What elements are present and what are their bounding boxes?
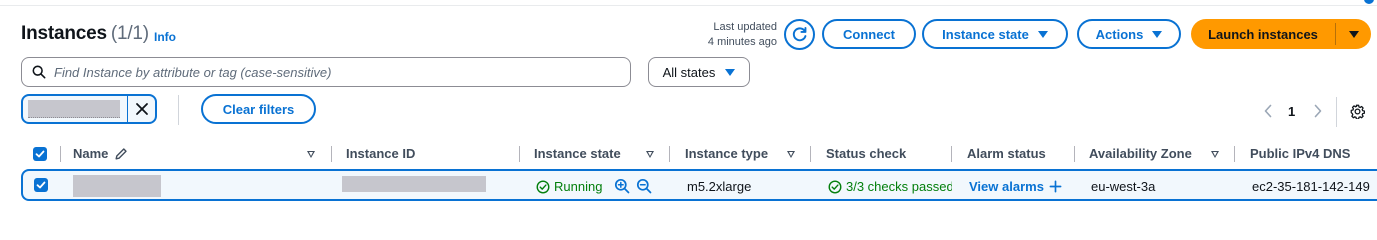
redacted-instance-id xyxy=(342,176,486,192)
column-separator xyxy=(1074,146,1075,162)
remove-filter-button[interactable] xyxy=(128,96,155,122)
column-header-instance-type[interactable]: Instance type xyxy=(685,146,768,161)
refresh-button[interactable] xyxy=(784,19,815,50)
zoom-in-icon[interactable] xyxy=(614,178,630,194)
instance-count: (1/1) xyxy=(110,23,149,44)
view-alarms-label: View alarms xyxy=(969,179,1044,194)
caret-down-icon xyxy=(1348,30,1359,38)
status-check-cell: 3/3 checks passed xyxy=(828,179,952,194)
column-separator xyxy=(1234,146,1235,162)
select-all-checkbox[interactable] xyxy=(33,147,47,161)
caret-down-icon xyxy=(1152,30,1163,38)
view-alarms-link[interactable]: View alarms xyxy=(969,179,1062,194)
chevron-left-icon[interactable] xyxy=(1263,104,1273,118)
last-updated-time: 4 minutes ago xyxy=(707,36,777,48)
launch-instances-split-button: Launch instances xyxy=(1191,19,1371,49)
search-icon xyxy=(32,65,46,79)
chevron-right-icon[interactable] xyxy=(1313,104,1323,118)
search-field xyxy=(21,57,631,87)
plus-icon xyxy=(1049,180,1062,193)
launch-options-button[interactable] xyxy=(1336,19,1371,49)
sort-instance-type-icon[interactable] xyxy=(787,151,795,158)
column-separator xyxy=(331,146,332,162)
column-separator xyxy=(60,146,61,162)
notification-dot xyxy=(1364,0,1374,4)
caret-down-icon xyxy=(1037,30,1048,38)
instance-state-dropdown[interactable]: Instance state xyxy=(922,19,1068,49)
redacted-filter-value xyxy=(28,100,120,118)
availability-zone-value: eu-west-3a xyxy=(1091,179,1156,194)
column-header-status-check[interactable]: Status check xyxy=(826,146,906,161)
column-separator xyxy=(951,146,952,162)
column-header-name[interactable]: Name xyxy=(73,146,108,161)
connect-button[interactable]: Connect xyxy=(822,19,916,49)
instance-state-value: Running xyxy=(554,179,603,194)
status-check-value: 3/3 checks passed xyxy=(846,179,952,194)
zoom-out-icon[interactable] xyxy=(636,178,652,194)
table-header: Name Instance ID Instance state Instance… xyxy=(0,141,1377,168)
column-header-instance-id[interactable]: Instance ID xyxy=(346,146,415,161)
actions-dropdown[interactable]: Actions xyxy=(1077,19,1181,49)
row-checkbox[interactable] xyxy=(34,178,48,192)
close-icon xyxy=(135,103,148,115)
clear-filters-button[interactable]: Clear filters xyxy=(201,94,316,124)
launch-instances-button[interactable]: Launch instances xyxy=(1191,19,1335,49)
sort-name-icon[interactable] xyxy=(307,151,315,158)
connect-label: Connect xyxy=(843,26,895,42)
column-separator xyxy=(669,146,670,162)
table-row[interactable]: Running m5.2xlarge 3/3 checks passed Vie… xyxy=(21,169,1377,201)
column-separator xyxy=(810,146,811,162)
state-filter-value: All states xyxy=(662,64,716,80)
check-circle-icon xyxy=(536,180,550,193)
search-input[interactable] xyxy=(54,64,614,80)
refresh-icon xyxy=(792,26,807,42)
checkmark-icon xyxy=(35,150,45,158)
filter-token-value[interactable] xyxy=(23,96,127,122)
page-number[interactable]: 1 xyxy=(1288,104,1295,119)
sort-instance-state-icon[interactable] xyxy=(646,151,654,158)
state-filter-select[interactable]: All states xyxy=(648,57,750,87)
column-header-availability-zone[interactable]: Availability Zone xyxy=(1089,146,1192,161)
column-header-instance-state[interactable]: Instance state xyxy=(534,146,621,161)
caret-down-icon xyxy=(725,68,736,76)
public-dns-value: ec2-35-181-142-149 xyxy=(1252,179,1370,194)
pencil-icon xyxy=(115,148,127,160)
check-circle-icon xyxy=(828,180,842,193)
column-header-public-dns[interactable]: Public IPv4 DNS xyxy=(1250,146,1350,161)
gear-icon[interactable] xyxy=(1350,104,1365,119)
page-title-text: Instances xyxy=(21,23,107,44)
filter-token xyxy=(21,94,157,124)
instance-state-cell: Running xyxy=(536,179,602,194)
instance-state-label: Instance state xyxy=(942,26,1029,42)
last-updated: Last updated 4 minutes ago xyxy=(690,20,777,50)
page-title: Instances (1/1) xyxy=(21,23,149,45)
sort-availability-zone-icon[interactable] xyxy=(1211,151,1219,158)
launch-divider xyxy=(1335,23,1336,45)
clear-filters-label: Clear filters xyxy=(222,101,295,117)
page-top-border xyxy=(0,5,1377,6)
checkmark-icon xyxy=(36,181,46,189)
column-header-alarm-status[interactable]: Alarm status xyxy=(967,146,1046,161)
last-updated-label: Last updated xyxy=(713,21,777,33)
pagination-divider xyxy=(1336,97,1337,127)
redacted-instance-name xyxy=(73,175,161,197)
actions-label: Actions xyxy=(1095,26,1144,42)
instance-type-value: m5.2xlarge xyxy=(687,179,752,194)
filter-divider xyxy=(178,95,179,125)
info-link[interactable]: Info xyxy=(154,30,176,44)
column-separator xyxy=(519,146,520,162)
